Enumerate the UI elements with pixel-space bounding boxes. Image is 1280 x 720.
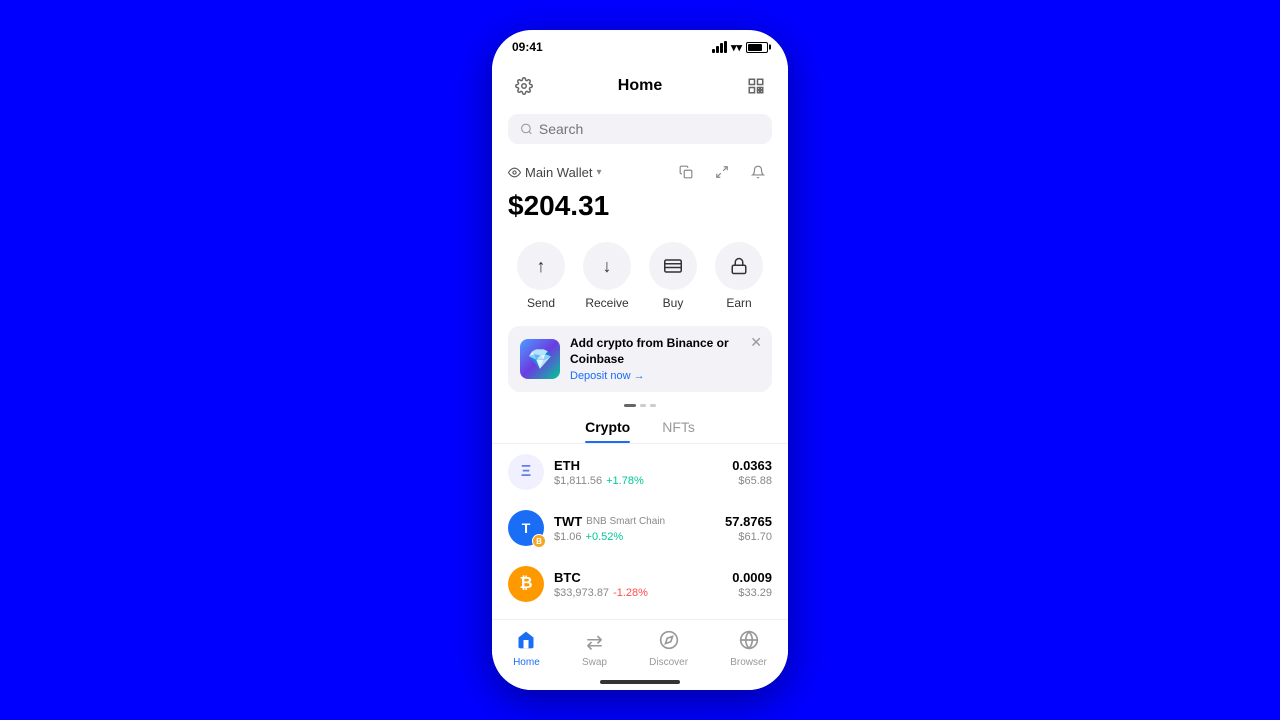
swap-icon: ⇄ xyxy=(586,630,603,655)
earn-action[interactable]: Earn xyxy=(715,242,763,310)
tab-crypto[interactable]: Crypto xyxy=(585,419,630,443)
twt-symbol: TWT xyxy=(554,514,582,529)
chevron-down-icon: ▾ xyxy=(596,167,601,178)
btc-info: BTC $33,973.87 -1.28% xyxy=(554,570,722,599)
send-label: Send xyxy=(527,296,555,310)
btc-change: -1.28% xyxy=(613,587,648,599)
wallet-name: Main Wallet xyxy=(525,165,592,180)
twt-price: $1.06 xyxy=(554,531,582,543)
list-item[interactable]: Ð DOGE $0.06 -2.94% 125.59 $8.29 xyxy=(492,612,788,619)
bottom-nav: Home ⇄ Swap Discover Browser xyxy=(492,619,788,676)
discover-icon xyxy=(659,630,679,655)
receive-action[interactable]: ↓ Receive xyxy=(583,242,631,310)
eth-info: ETH $1,811.56 +1.78% xyxy=(554,458,722,487)
twt-chain: BNB Smart Chain xyxy=(586,516,665,527)
eye-icon xyxy=(508,166,521,179)
home-icon xyxy=(516,630,536,655)
receive-icon: ↓ xyxy=(583,242,631,290)
nav-browser[interactable]: Browser xyxy=(722,628,775,670)
buy-label: Buy xyxy=(663,296,684,310)
eth-logo: Ξ xyxy=(508,454,544,490)
status-icons: ▾▾ xyxy=(712,41,768,54)
buy-icon xyxy=(649,242,697,290)
signal-icon xyxy=(712,41,727,53)
promo-banner: 💎 Add crypto from Binance or Coinbase De… xyxy=(508,326,772,392)
send-action[interactable]: ↑ Send xyxy=(517,242,565,310)
wallet-action-buttons xyxy=(672,158,772,186)
dot-1 xyxy=(624,404,636,407)
tab-nfts[interactable]: NFTs xyxy=(662,419,695,443)
page-title: Home xyxy=(618,77,662,95)
nav-discover[interactable]: Discover xyxy=(641,628,696,670)
earn-icon xyxy=(715,242,763,290)
crypto-list: Ξ ETH $1,811.56 +1.78% 0.0363 $65.88 xyxy=(492,444,788,619)
dot-2 xyxy=(640,404,646,407)
copy-button[interactable] xyxy=(672,158,700,186)
battery-icon xyxy=(746,42,768,53)
asset-tabs: Crypto NFTs xyxy=(492,411,788,444)
browser-nav-label: Browser xyxy=(730,657,767,668)
list-item[interactable]: ₿ BTC $33,973.87 -1.28% 0.0009 $33.29 xyxy=(492,556,788,612)
qr-button[interactable] xyxy=(740,70,772,102)
browser-icon xyxy=(739,630,759,655)
receive-label: Receive xyxy=(585,296,628,310)
time-display: 09:41 xyxy=(512,40,543,54)
wallet-label[interactable]: Main Wallet ▾ xyxy=(508,165,601,180)
banner-content: Add crypto from Binance or Coinbase Depo… xyxy=(570,336,760,382)
wifi-icon: ▾▾ xyxy=(731,41,742,54)
expand-button[interactable] xyxy=(708,158,736,186)
home-indicator xyxy=(492,676,788,690)
twt-logo: T B xyxy=(508,510,544,546)
twt-amount: 57.8765 $61.70 xyxy=(725,514,772,543)
btc-amount: 0.0009 $33.29 xyxy=(732,570,772,599)
earn-label: Earn xyxy=(726,296,751,310)
wallet-section: Main Wallet ▾ xyxy=(492,154,788,234)
home-bar xyxy=(600,680,680,684)
header: Home xyxy=(492,60,788,110)
btc-price: $33,973.87 xyxy=(554,587,609,599)
home-nav-label: Home xyxy=(513,657,540,668)
swap-nav-label: Swap xyxy=(582,657,607,668)
list-item[interactable]: Ξ ETH $1,811.56 +1.78% 0.0363 $65.88 xyxy=(492,444,788,500)
eth-price: $1,811.56 xyxy=(554,475,602,487)
search-bar[interactable] xyxy=(508,114,772,144)
banner-title: Add crypto from Binance or Coinbase xyxy=(570,336,760,367)
bnb-badge: B xyxy=(532,534,546,548)
banner-image: 💎 xyxy=(520,339,560,379)
banner-dots xyxy=(492,404,788,407)
twt-info: TWT BNB Smart Chain $1.06 +0.52% xyxy=(554,514,715,543)
nav-home[interactable]: Home xyxy=(505,628,548,670)
btc-symbol: BTC xyxy=(554,570,581,585)
eth-symbol: ETH xyxy=(554,458,580,473)
eth-change: +1.78% xyxy=(606,475,644,487)
wallet-balance: $204.31 xyxy=(508,190,772,222)
settings-button[interactable] xyxy=(508,70,540,102)
list-item[interactable]: T B TWT BNB Smart Chain $1.06 +0.52% 57.… xyxy=(492,500,788,556)
nav-swap[interactable]: ⇄ Swap xyxy=(574,628,615,670)
btc-logo: ₿ xyxy=(508,566,544,602)
buy-action[interactable]: Buy xyxy=(649,242,697,310)
search-input[interactable] xyxy=(539,121,760,137)
deposit-link[interactable]: Deposit now → xyxy=(570,370,760,382)
quick-actions: ↑ Send ↓ Receive Buy xyxy=(492,234,788,326)
status-bar: 09:41 ▾▾ xyxy=(492,30,788,60)
bell-button[interactable] xyxy=(744,158,772,186)
twt-change: +0.52% xyxy=(586,531,624,543)
send-icon: ↑ xyxy=(517,242,565,290)
discover-nav-label: Discover xyxy=(649,657,688,668)
banner-close-button[interactable]: ✕ xyxy=(750,334,762,351)
search-icon xyxy=(520,122,533,136)
dot-3 xyxy=(650,404,656,407)
eth-amount: 0.0363 $65.88 xyxy=(732,458,772,487)
